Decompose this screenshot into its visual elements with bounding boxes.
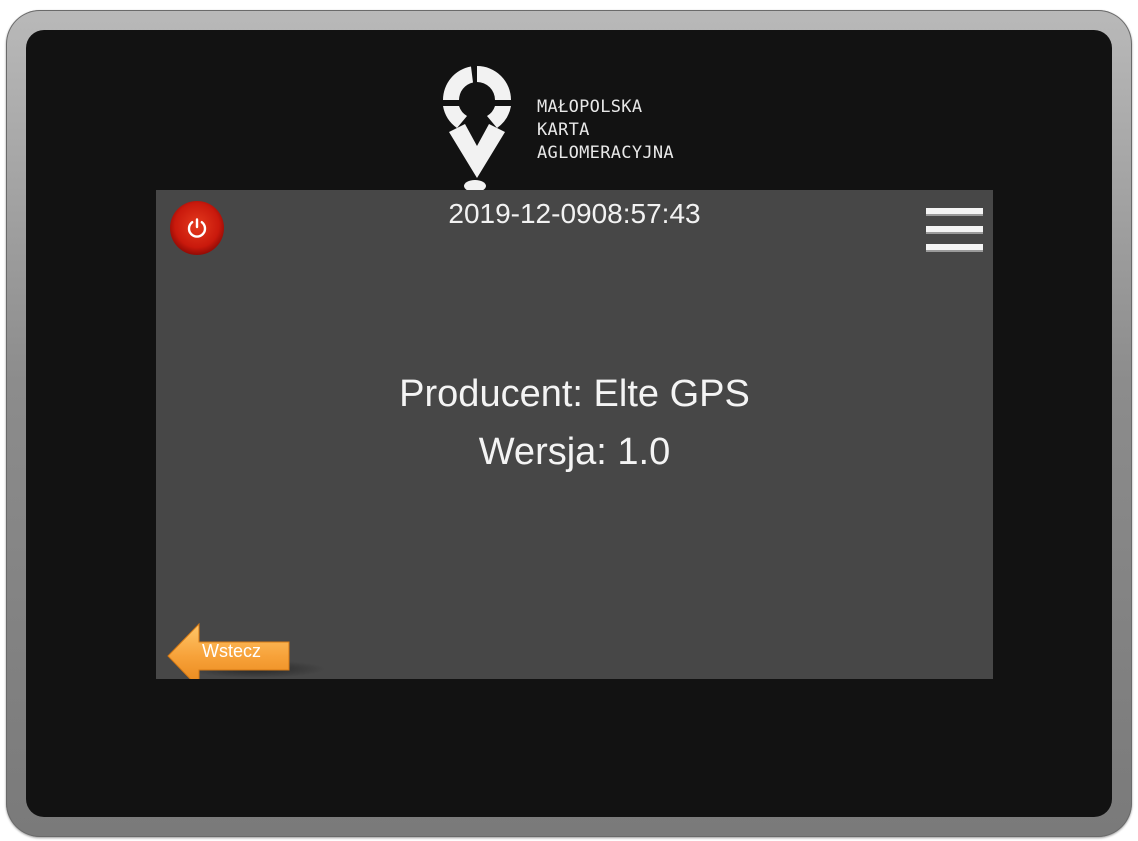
hamburger-menu-icon[interactable]: [926, 204, 983, 256]
datetime-display: 2019-12-0908:57:43: [156, 198, 993, 230]
menu-bar: [926, 208, 983, 216]
map-pin-logo-icon: [442, 66, 511, 192]
wersja-value: 1.0: [617, 431, 671, 473]
back-button[interactable]: Wstecz: [166, 623, 292, 679]
producent-value: Elte GPS: [593, 373, 750, 415]
producent-label: Producent:: [399, 373, 583, 415]
menu-bar: [926, 226, 983, 234]
device-frame: MAŁOPOLSKA KARTA AGLOMERACYJNA 2019-12-0…: [6, 10, 1132, 837]
back-button-label: Wstecz: [202, 641, 262, 661]
brand-logo: MAŁOPOLSKA KARTA AGLOMERACYJNA: [437, 60, 737, 200]
device-info: Producent: Elte GPS Wersja: 1.0: [156, 365, 993, 481]
device-screen: 2019-12-0908:57:43 Producent: Elte GPS W…: [156, 190, 993, 679]
wersja-line: Wersja: 1.0: [156, 423, 993, 481]
date-text: 2019-12-09: [448, 198, 592, 229]
wersja-label: Wersja:: [478, 431, 607, 473]
menu-bar: [926, 244, 983, 252]
brand-line-2: KARTA: [537, 120, 590, 140]
brand-line-3: AGLOMERACYJNA: [537, 143, 674, 163]
device-bezel: MAŁOPOLSKA KARTA AGLOMERACYJNA 2019-12-0…: [26, 30, 1112, 817]
time-text: 08:57:43: [591, 198, 701, 229]
brand-line-1: MAŁOPOLSKA: [537, 97, 643, 117]
producent-line: Producent: Elte GPS: [156, 365, 993, 423]
brand-name: MAŁOPOLSKA KARTA AGLOMERACYJNA: [537, 96, 674, 165]
